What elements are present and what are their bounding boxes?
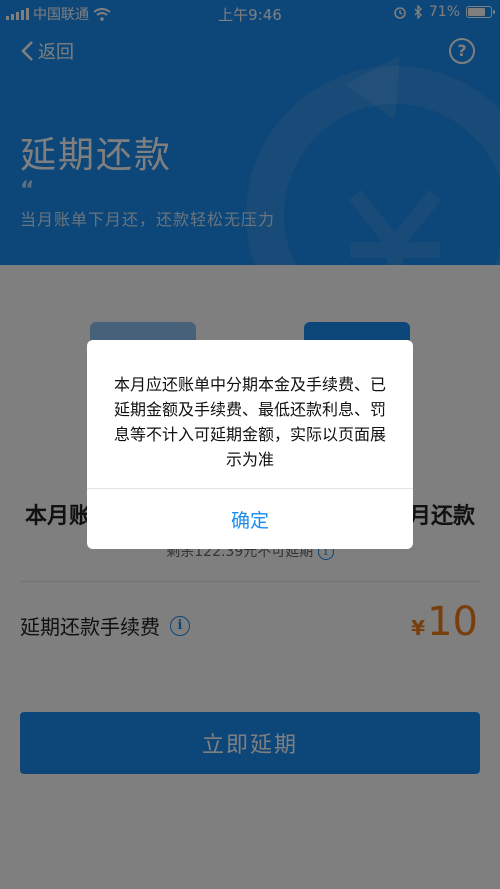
dialog-message: 本月应还账单中分期本金及手续费、已延期金额及手续费、最低还款利息、罚息等不计入可… xyxy=(113,375,386,469)
confirm-button[interactable]: 确定 xyxy=(87,489,413,549)
info-dialog: 本月应还账单中分期本金及手续费、已延期金额及手续费、最低还款利息、罚息等不计入可… xyxy=(87,340,413,549)
